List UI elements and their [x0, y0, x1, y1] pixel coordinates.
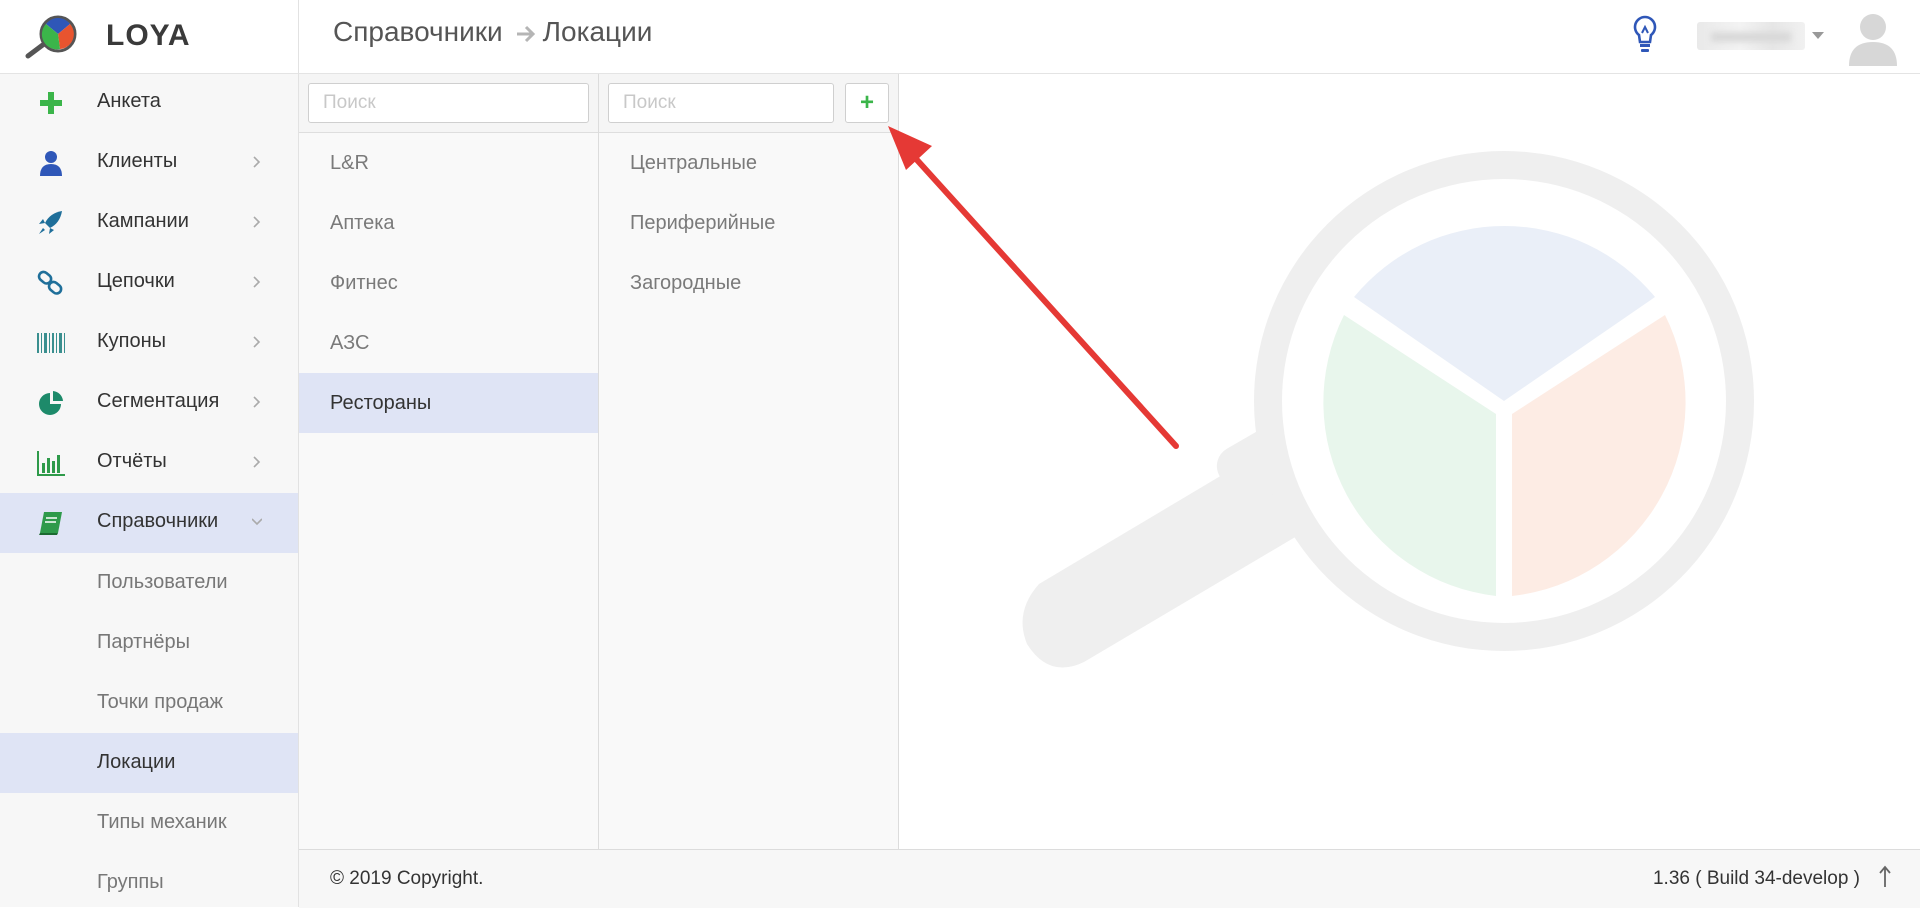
logo-magnifier-icon — [25, 15, 77, 59]
sidebar-subitem-users[interactable]: Пользователи — [0, 553, 298, 613]
category-list: L&R Аптека Фитнес АЗС Рестораны — [299, 133, 598, 433]
sidebar-menu: Анкета Клиенты Кампании Цепочки Купоны С… — [0, 73, 298, 907]
sidebar-subitem-sales-points[interactable]: Точки продаж — [0, 673, 298, 733]
list-item[interactable]: Фитнес — [299, 253, 598, 313]
caret-down-icon[interactable] — [1812, 32, 1824, 40]
sidebar-subitem-label: Точки продаж — [97, 691, 224, 713]
main-content — [899, 74, 1920, 849]
sidebar-item-label: Сегментация — [97, 390, 220, 412]
user-name-blurred[interactable] — [1697, 22, 1805, 50]
chevron-right-icon — [253, 216, 261, 228]
add-location-button[interactable]: + — [845, 83, 889, 123]
user-icon — [40, 151, 62, 176]
sidebar-item-label: Анкета — [97, 90, 161, 112]
location-search-input[interactable] — [608, 83, 834, 123]
lightbulb-icon[interactable] — [1631, 14, 1659, 56]
list-item-label: Рестораны — [330, 392, 432, 414]
list-item-label: Центральные — [630, 152, 758, 174]
sidebar-subitem-label: Партнёры — [97, 631, 191, 653]
barcode-icon — [37, 333, 65, 353]
breadcrumb-current: Локации — [542, 16, 653, 47]
plus-icon — [40, 92, 62, 114]
sidebar-subitem-groups[interactable]: Группы — [0, 853, 298, 907]
sidebar-item-directories[interactable]: Справочники — [0, 493, 298, 553]
logo[interactable]: LOYA — [0, 0, 298, 74]
rocket-icon — [39, 211, 62, 234]
list-item[interactable]: Загородные — [599, 253, 898, 313]
sidebar-subitem-locations[interactable]: Локации — [0, 733, 298, 793]
sidebar-item-coupons[interactable]: Купоны — [0, 313, 298, 373]
category-search-input[interactable] — [308, 83, 589, 123]
list-item[interactable]: Периферийные — [599, 193, 898, 253]
list-item[interactable]: Центральные — [599, 133, 898, 193]
list-item-label: АЗС — [330, 332, 370, 354]
sidebar-item-label: Справочники — [97, 510, 219, 532]
list-item-selected[interactable]: Рестораны — [299, 373, 598, 433]
chevron-right-icon — [253, 456, 261, 468]
list-item-label: Загородные — [630, 272, 742, 294]
sidebar-subitem-label: Типы механик — [97, 811, 227, 833]
chevron-right-icon — [253, 396, 261, 408]
sidebar-item-clients[interactable]: Клиенты — [0, 133, 298, 193]
sidebar-item-label: Отчёты — [97, 450, 167, 472]
list-item[interactable]: АЗС — [299, 313, 598, 373]
chevron-right-icon — [253, 336, 261, 348]
breadcrumb-parent[interactable]: Справочники — [333, 16, 503, 47]
sidebar-item-chains[interactable]: Цепочки — [0, 253, 298, 313]
sidebar-item-label: Клиенты — [97, 150, 178, 172]
sidebar-subitem-label: Группы — [97, 871, 164, 893]
chevron-right-icon — [253, 156, 261, 168]
sidebar-item-label: Кампании — [97, 210, 189, 232]
sidebar-item-reports[interactable]: Отчёты — [0, 433, 298, 493]
category-column: L&R Аптека Фитнес АЗС Рестораны — [299, 74, 599, 849]
sidebar-item-campaigns[interactable]: Кампании — [0, 193, 298, 253]
header: Справочники Локации — [299, 0, 1920, 74]
sidebar-subitem-label: Локации — [97, 751, 176, 773]
list-item[interactable]: L&R — [299, 133, 598, 193]
sidebar-subitem-mechanic-types[interactable]: Типы механик — [0, 793, 298, 853]
list-item-label: Фитнес — [330, 272, 398, 294]
book-icon — [39, 512, 62, 535]
footer: © 2019 Copyright. 1.36 ( Build 34-develo… — [299, 849, 1920, 908]
breadcrumb: Справочники Локации — [333, 16, 652, 48]
chevron-right-icon — [253, 276, 261, 288]
scroll-to-top-icon[interactable] — [1878, 865, 1892, 889]
avatar[interactable] — [1845, 8, 1901, 66]
copyright-text: © 2019 Copyright. — [330, 868, 484, 889]
arrow-right-icon — [516, 25, 535, 42]
location-search-bar: + — [599, 74, 898, 133]
version-text: 1.36 ( Build 34-develop ) — [1652, 868, 1860, 889]
sidebar-subitem-label: Пользователи — [97, 571, 228, 593]
location-list: Центральные Периферийные Загородные — [599, 133, 898, 313]
sidebar: LOYA Анкета Клиенты Кампании Цепочки Куп… — [0, 0, 299, 907]
list-item-label: Аптека — [330, 212, 395, 234]
pie-chart-icon — [39, 391, 63, 415]
sidebar-subitem-partners[interactable]: Партнёры — [0, 613, 298, 673]
sidebar-item-label: Цепочки — [97, 270, 175, 292]
add-icon: + — [859, 89, 874, 116]
sidebar-item-segmentation[interactable]: Сегментация — [0, 373, 298, 433]
magnifier-watermark-icon — [1022, 151, 1754, 668]
category-search-bar — [299, 74, 598, 133]
list-item[interactable]: Аптека — [299, 193, 598, 253]
list-item-label: Периферийные — [630, 212, 776, 234]
logo-text: LOYA — [106, 19, 191, 52]
bar-chart-icon — [37, 451, 65, 476]
list-item-label: L&R — [330, 152, 369, 174]
chevron-down-icon — [252, 518, 262, 526]
chain-icon — [37, 270, 63, 295]
location-column: + Центральные Периферийные Загородные — [599, 74, 899, 849]
sidebar-item-anketa[interactable]: Анкета — [0, 73, 298, 133]
sidebar-item-label: Купоны — [97, 330, 167, 352]
